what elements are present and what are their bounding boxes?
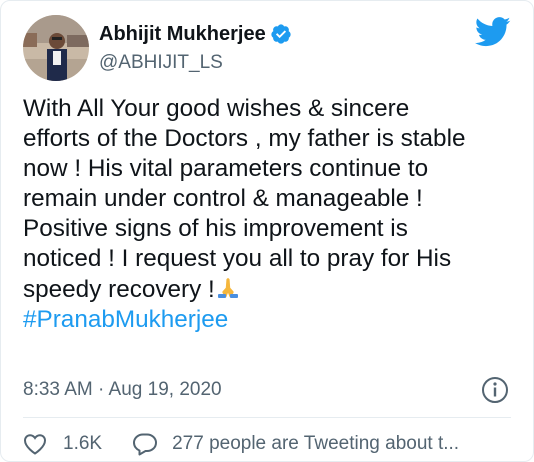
tweet-actions: 1.6K 277 people are Tweeting about t...: [23, 429, 459, 459]
tweet-text: With All Your good wishes & sincere effo…: [23, 94, 518, 335]
tweet-text-line: noticed ! I request you all to pray for …: [23, 245, 452, 273]
tweet-text-line: With All Your good wishes & sincere: [23, 95, 410, 122]
avatar[interactable]: [23, 15, 89, 81]
tweet-text-line: now ! His vital parameters continue to: [23, 155, 429, 183]
author-block: Abhijit Mukherjee @ABHIJIT_LS: [99, 23, 292, 74]
like-count[interactable]: 1.6K: [63, 433, 102, 455]
tweet-text-last-line: speedy recovery !: [23, 275, 518, 305]
tweet-header: Abhijit Mukherjee @ABHIJIT_LS: [23, 15, 292, 81]
tweet-timestamp[interactable]: 8:33 AM · Aug 19, 2020: [23, 379, 222, 401]
tweet-text-line: remain under control & manageable !: [23, 185, 423, 213]
tweet-text-line: Positive signs of his improvement is: [23, 215, 408, 243]
info-icon[interactable]: [481, 376, 509, 404]
reply-icon[interactable]: [132, 432, 158, 456]
folded-hands-icon: [216, 277, 240, 299]
tweet-text-line: speedy recovery !: [23, 275, 215, 303]
twitter-bird-icon[interactable]: [474, 17, 511, 47]
verified-badge-icon: [270, 23, 292, 45]
heart-icon[interactable]: [23, 433, 47, 455]
tweet-text-line: efforts of the Doctors , my father is st…: [23, 125, 466, 153]
author-name[interactable]: Abhijit Mukherjee: [99, 23, 266, 46]
conversation-link[interactable]: 277 people are Tweeting about t...: [172, 433, 459, 455]
hashtag-link[interactable]: #PranabMukherjee: [23, 305, 518, 335]
author-name-row: Abhijit Mukherjee: [99, 23, 292, 46]
author-handle[interactable]: @ABHIJIT_LS: [99, 52, 292, 74]
divider: [23, 417, 511, 418]
tweet-card: Abhijit Mukherjee @ABHIJIT_LS With All Y…: [0, 0, 534, 462]
